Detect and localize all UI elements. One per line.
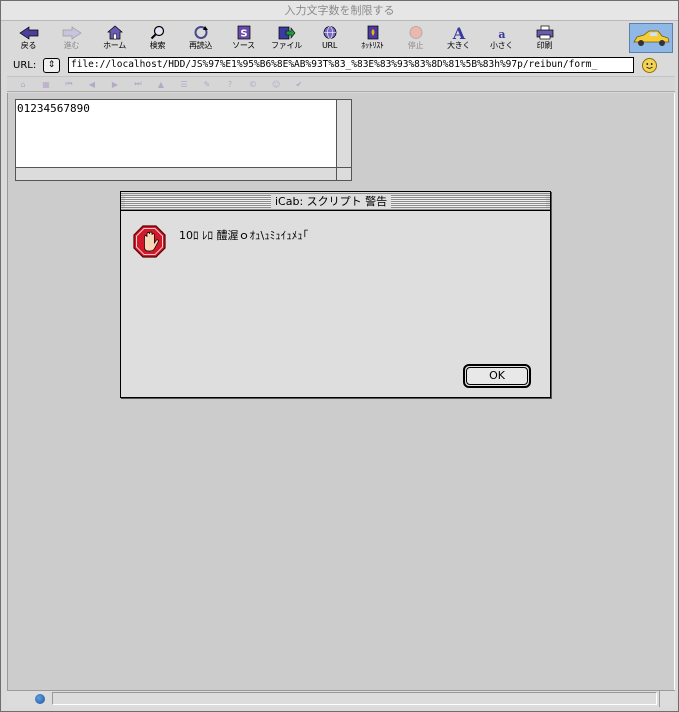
script-alert-dialog: iCab: スクリプト 警告 10ﾛ ﾚﾛ 醴渥ｏｵｭ\ｭﾐｭｲｭﾒｭ｢ OK bbox=[120, 191, 551, 398]
nav-first-icon[interactable]: ⏮ bbox=[65, 79, 73, 89]
up-down-arrows-icon: ⇕ bbox=[47, 59, 56, 70]
nav-prev-icon[interactable]: ◀ bbox=[88, 80, 96, 89]
stop-button[interactable]: 停止 bbox=[394, 22, 437, 54]
home-button[interactable]: ホーム bbox=[93, 22, 136, 54]
source-icon: S bbox=[234, 25, 254, 40]
resize-grip-icon[interactable] bbox=[659, 691, 675, 707]
url-button[interactable]: URL bbox=[308, 22, 351, 54]
nav-up-icon[interactable]: ▲ bbox=[157, 80, 165, 89]
globe-icon bbox=[320, 25, 340, 40]
ok-button[interactable]: OK bbox=[463, 364, 531, 388]
stop-sign-icon bbox=[406, 25, 426, 40]
search-button[interactable]: 検索 bbox=[136, 22, 179, 54]
back-button-label: 戻る bbox=[20, 41, 37, 50]
textarea-value: 01234567890 bbox=[17, 102, 90, 115]
nav-edit-icon[interactable]: ✎ bbox=[203, 80, 211, 89]
hotlist-button[interactable]: ﾎｯﾄﾘｽﾄ bbox=[351, 22, 394, 54]
hotlist-icon bbox=[363, 25, 383, 40]
back-arrow-icon bbox=[18, 25, 39, 40]
textarea-vertical-scrollbar[interactable] bbox=[336, 100, 351, 167]
search-button-label: 検索 bbox=[149, 41, 166, 50]
url-input[interactable]: file://localhost/HDD/JS%97%E1%95%B6%8E%A… bbox=[68, 57, 634, 73]
hotlist-button-label: ﾎｯﾄﾘｽﾄ bbox=[361, 41, 384, 50]
stop-button-label: 停止 bbox=[407, 41, 424, 50]
toolbar: 戻る 進む ホーム 検索 再読込 S ソース ファイル URL ﾎｯﾄﾘｽﾄ 停… bbox=[7, 22, 675, 54]
nav-author-icon[interactable]: ☺ bbox=[272, 80, 280, 89]
font-larger-icon: A bbox=[449, 25, 469, 40]
home-icon bbox=[105, 25, 125, 40]
printer-icon bbox=[535, 25, 555, 40]
back-button[interactable]: 戻る bbox=[7, 22, 50, 54]
nav-bookmark-icon[interactable]: ✔ bbox=[295, 80, 303, 89]
font-larger-button[interactable]: A 大きく bbox=[437, 22, 480, 54]
dialog-message: 10ﾛ ﾚﾛ 醴渥ｏｵｭ\ｭﾐｭｲｭﾒｭ｢ bbox=[179, 229, 309, 242]
nav-copyright-icon[interactable]: © bbox=[249, 80, 257, 89]
url-bar: URL: ⇕ file://localhost/HDD/JS%97%E1%95%… bbox=[7, 55, 675, 75]
ok-button-label: OK bbox=[466, 367, 528, 385]
limited-textarea[interactable]: 01234567890 bbox=[15, 99, 352, 181]
nav-next-icon[interactable]: ▶ bbox=[111, 80, 119, 89]
file-button-label: ファイル bbox=[271, 41, 302, 50]
nav-index-icon[interactable]: ☰ bbox=[180, 80, 188, 89]
nav-toc-icon[interactable]: ▦ bbox=[42, 80, 50, 89]
source-button[interactable]: S ソース bbox=[222, 22, 265, 54]
svg-text:A: A bbox=[451, 25, 465, 40]
font-smaller-button[interactable]: a 小さく bbox=[480, 22, 523, 54]
url-history-popup[interactable]: ⇕ bbox=[43, 57, 60, 73]
source-button-label: ソース bbox=[232, 41, 255, 50]
font-smaller-button-label: 小さく bbox=[489, 41, 514, 50]
home-button-label: ホーム bbox=[103, 41, 126, 50]
magnifier-icon bbox=[148, 25, 168, 40]
car-logo-icon bbox=[633, 30, 670, 46]
nav-last-icon[interactable]: ⏭ bbox=[134, 79, 142, 89]
smiley-status-icon[interactable] bbox=[642, 57, 657, 73]
file-button[interactable]: ファイル bbox=[265, 22, 308, 54]
print-button[interactable]: 印刷 bbox=[523, 22, 566, 54]
reload-button[interactable]: 再読込 bbox=[179, 22, 222, 54]
file-icon bbox=[277, 25, 297, 40]
url-label: URL: bbox=[13, 59, 37, 71]
textarea-scroll-corner bbox=[336, 167, 351, 180]
dialog-titlebar[interactable]: iCab: スクリプト 警告 bbox=[121, 192, 550, 211]
window-title[interactable]: 入力文字数を制限する bbox=[1, 1, 678, 21]
browser-window: 入力文字数を制限する 戻る 進む ホーム 検索 再読込 S ソース ファイル U… bbox=[0, 0, 679, 712]
reload-icon bbox=[191, 25, 211, 40]
svg-text:a: a bbox=[498, 28, 505, 40]
globe-icon bbox=[35, 694, 45, 704]
nav-help-icon[interactable]: ? bbox=[226, 80, 234, 89]
url-button-label: URL bbox=[322, 41, 337, 50]
font-larger-button-label: 大きく bbox=[446, 41, 471, 50]
reload-button-label: 再読込 bbox=[188, 41, 213, 50]
navigation-bar: ⌂ ▦ ⏮ ◀ ▶ ⏭ ▲ ☰ ✎ ? © ☺ ✔ bbox=[7, 76, 675, 92]
status-bar bbox=[7, 690, 675, 707]
font-smaller-icon: a bbox=[492, 25, 512, 40]
stop-hand-icon bbox=[133, 225, 166, 258]
svg-text:S: S bbox=[240, 29, 247, 40]
icab-logo[interactable] bbox=[629, 23, 673, 53]
dialog-title: iCab: スクリプト 警告 bbox=[271, 194, 392, 209]
textarea-horizontal-scrollbar[interactable] bbox=[16, 167, 337, 180]
nav-home-icon[interactable]: ⌂ bbox=[19, 80, 27, 89]
status-text-field bbox=[52, 692, 657, 705]
forward-button[interactable]: 進む bbox=[50, 22, 93, 54]
print-button-label: 印刷 bbox=[536, 41, 553, 50]
forward-button-label: 進む bbox=[63, 41, 80, 50]
forward-arrow-icon bbox=[62, 25, 82, 40]
